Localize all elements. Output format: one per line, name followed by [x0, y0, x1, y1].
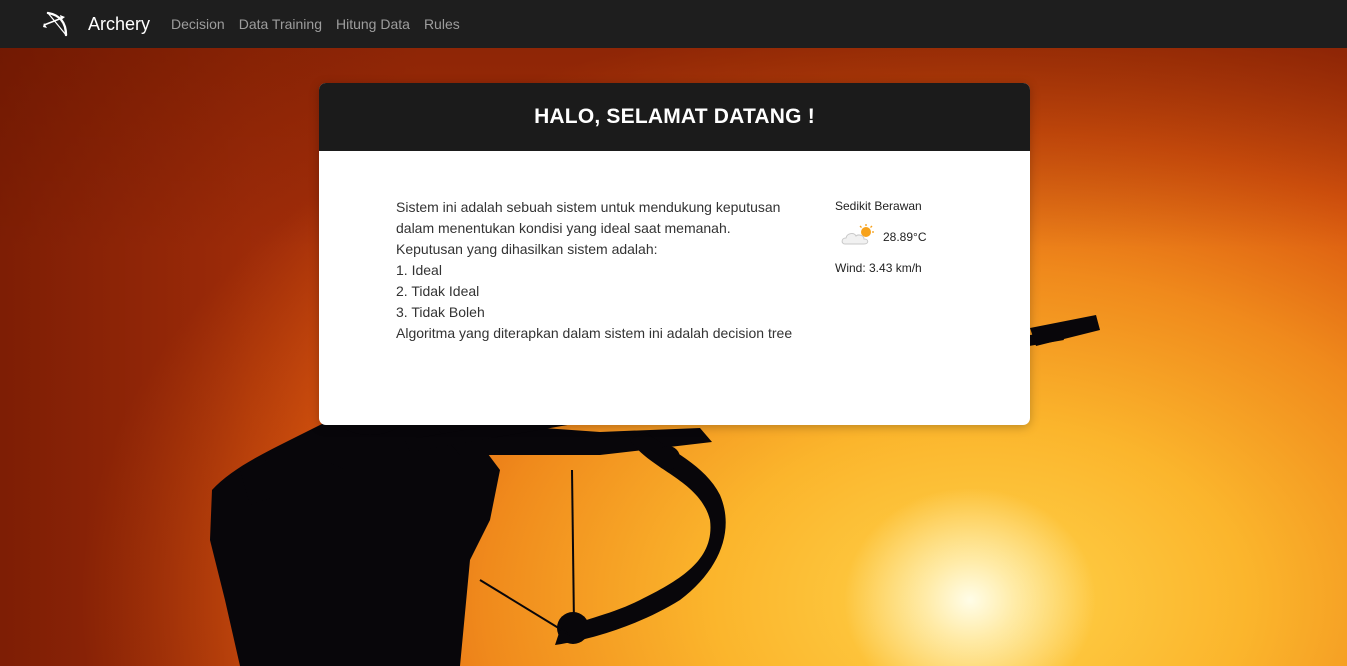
nav-link-data-training[interactable]: Data Training — [239, 16, 322, 32]
decision-option-tidak-boleh: 3. Tidak Boleh — [396, 304, 485, 320]
description-line: Keputusan yang dihasilkan sistem adalah: — [396, 241, 658, 257]
top-navbar: Archery Decision Data Training Hitung Da… — [0, 0, 1347, 48]
welcome-card: HALO, SELAMAT DATANG ! Sistem ini adalah… — [319, 83, 1030, 425]
nav-link-decision[interactable]: Decision — [171, 16, 225, 32]
welcome-title: HALO, SELAMAT DATANG ! — [534, 105, 815, 128]
algorithm-line: Algoritma yang diterapkan dalam sistem i… — [396, 325, 793, 341]
weather-widget: Sedikit Berawan 28.89°C Wind: 3.43 km/h — [835, 198, 995, 276]
partly-cloudy-icon — [841, 224, 875, 249]
weather-temperature-row: 28.89°C — [841, 224, 995, 249]
welcome-card-header: HALO, SELAMAT DATANG ! — [319, 83, 1030, 151]
nav-link-hitung-data[interactable]: Hitung Data — [336, 16, 410, 32]
bow-arrow-logo-icon[interactable] — [42, 9, 72, 39]
description-line: dalam menentukan kondisi yang ideal saat… — [396, 220, 731, 236]
weather-temperature: 28.89°C — [883, 229, 927, 244]
description-line: Sistem ini adalah sebuah sistem untuk me… — [396, 199, 781, 215]
weather-wind: Wind: 3.43 km/h — [835, 261, 922, 275]
decision-option-tidak-ideal: 2. Tidak Ideal — [396, 283, 480, 299]
system-description: Sistem ini adalah sebuah sistem untuk me… — [396, 197, 816, 344]
decision-option-ideal: 1. Ideal — [396, 262, 442, 278]
nav-link-rules[interactable]: Rules — [424, 16, 460, 32]
welcome-card-body: Sistem ini adalah sebuah sistem untuk me… — [319, 151, 1030, 425]
brand-link[interactable]: Archery — [88, 14, 150, 35]
weather-condition: Sedikit Berawan — [835, 199, 922, 213]
